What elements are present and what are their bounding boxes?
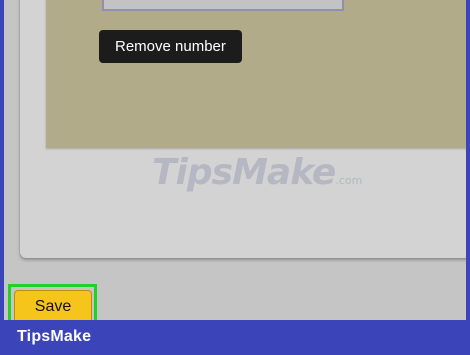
watermark-suffix: .com [335,174,363,187]
save-button[interactable]: Save [14,290,92,324]
brand-logo: TipsMake [17,328,92,345]
edit-panel [46,0,466,148]
watermark: TipsMake.com [152,152,362,193]
watermark-text: TipsMake [152,152,336,193]
app-screen: Remove number TipsMake.com [4,0,466,320]
remove-number-tooltip[interactable]: Remove number [99,30,242,63]
number-input[interactable] [102,0,344,11]
